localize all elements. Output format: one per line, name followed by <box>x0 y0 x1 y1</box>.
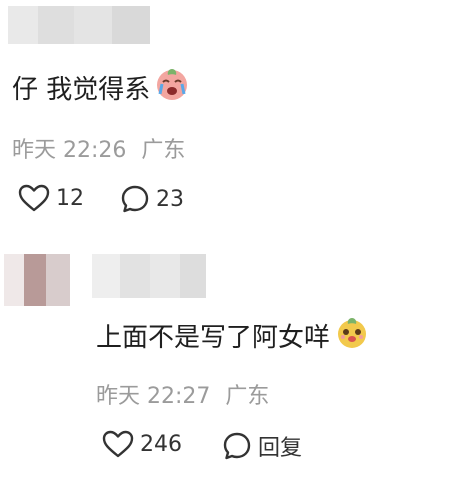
crying-face-emoji <box>154 66 190 109</box>
comment-text: 上面不是写了阿女咩 <box>96 314 370 357</box>
like-button[interactable]: 246 <box>102 430 182 458</box>
smiling-face-emoji <box>334 314 370 357</box>
username-blurred[interactable] <box>8 6 150 44</box>
reply-count-button[interactable]: 23 <box>120 184 184 214</box>
comment-bubble-icon <box>121 185 149 213</box>
comment-meta: 昨天 22:27 广东 <box>96 378 269 410</box>
comment-text-content: 上面不是写了阿女咩 <box>96 323 331 353</box>
username-blurred[interactable] <box>92 254 206 298</box>
comment-location: 广东 <box>141 138 186 163</box>
comment-meta: 昨天 22:26 广东 <box>12 132 185 164</box>
reply-count: 23 <box>156 186 184 212</box>
avatar-blurred[interactable] <box>4 254 70 306</box>
comment-text-content: 仔 我觉得系 <box>12 75 151 105</box>
comment-time: 昨天 22:27 <box>96 384 211 409</box>
heart-icon <box>18 184 50 212</box>
heart-icon <box>102 430 134 458</box>
like-count: 246 <box>140 431 182 457</box>
reply-label: 回复 <box>258 436 303 461</box>
comment-location: 广东 <box>225 384 270 409</box>
comment-time: 昨天 22:26 <box>12 138 127 163</box>
comment-bubble-icon <box>223 432 251 460</box>
comment-text: 仔 我觉得系 <box>12 66 190 109</box>
like-button[interactable]: 12 <box>18 184 84 212</box>
like-count: 12 <box>56 185 84 211</box>
reply-button[interactable]: 回复 <box>222 430 302 462</box>
